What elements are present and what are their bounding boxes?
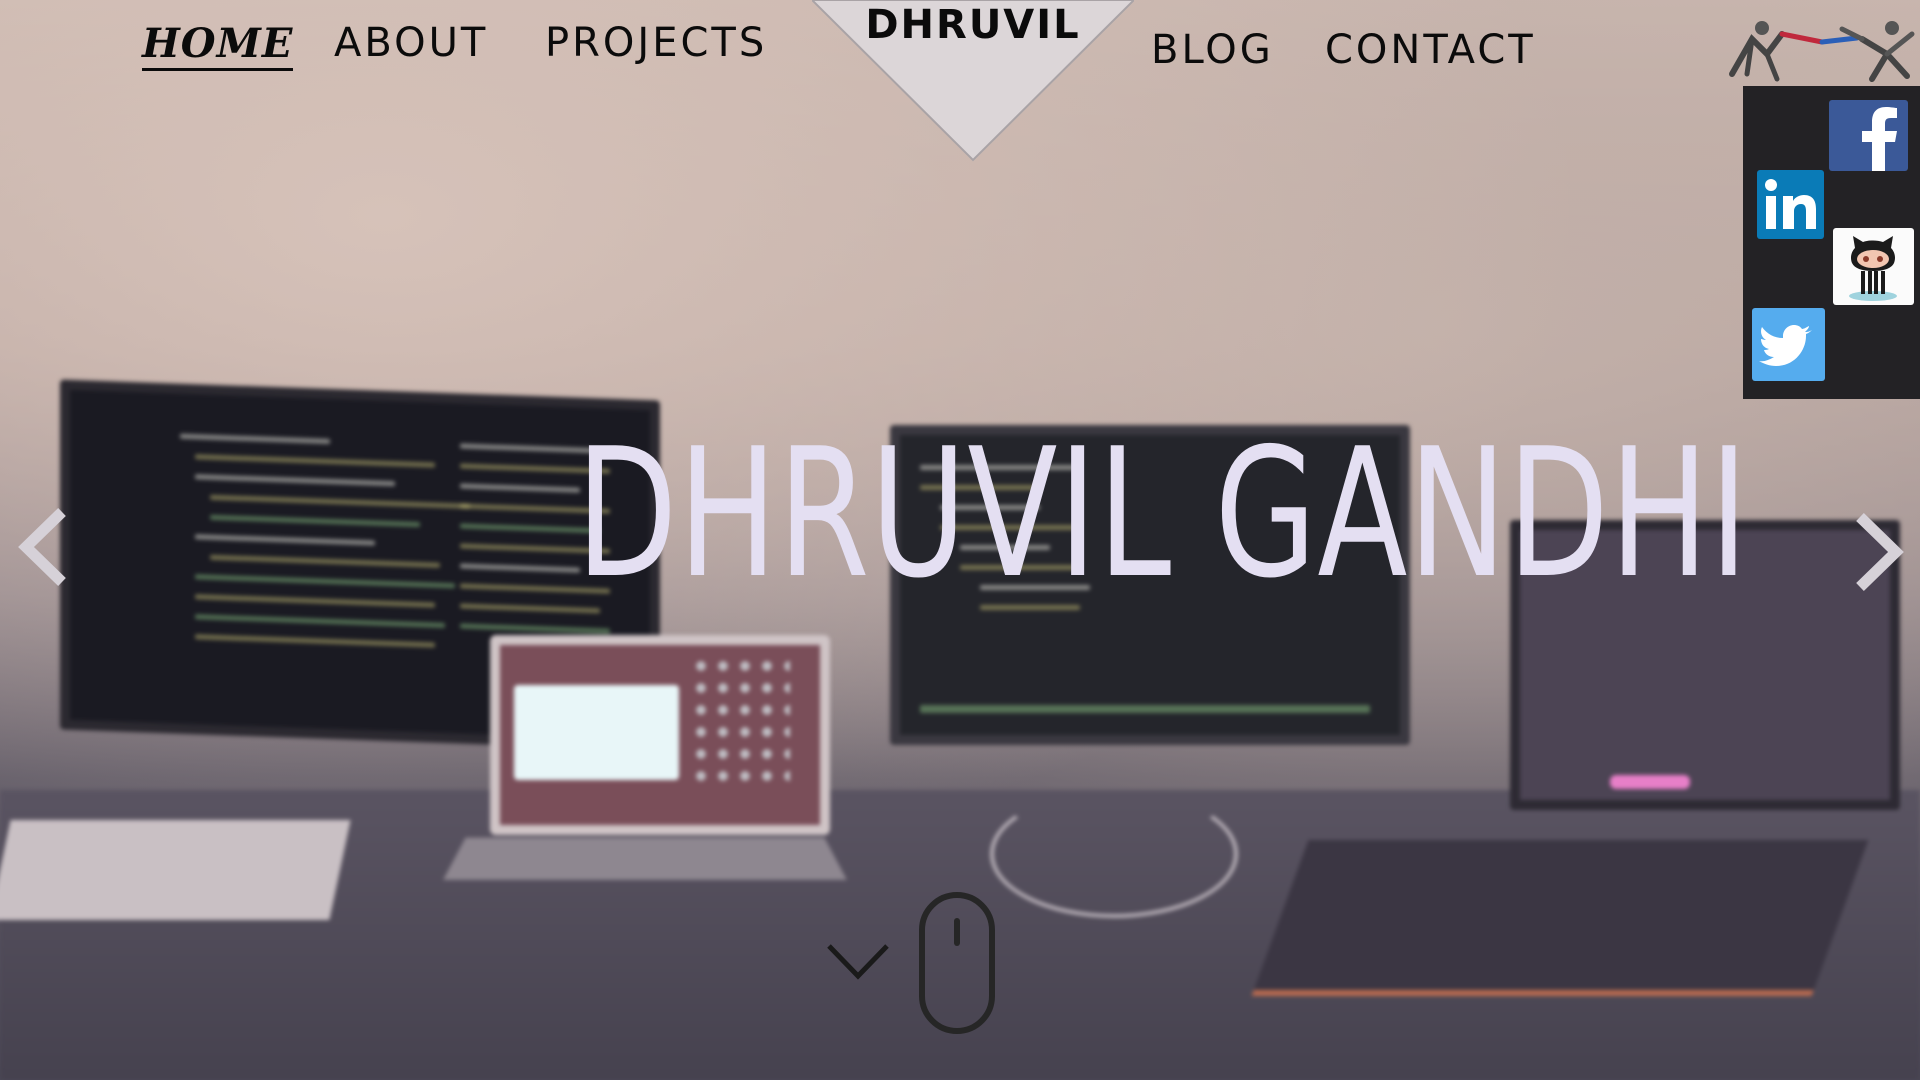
papers: [0, 820, 351, 920]
nav-link-contact[interactable]: CONTACT: [1325, 27, 1536, 73]
chevron-left-icon[interactable]: [14, 502, 74, 592]
github-octocat-icon[interactable]: [1833, 228, 1914, 305]
keyboard: [1251, 840, 1869, 996]
laptop-base: [443, 837, 847, 880]
laptop-app-icons: [690, 655, 790, 785]
pink-tag: [1610, 775, 1690, 789]
chevron-right-icon[interactable]: [1848, 507, 1908, 597]
twitter-bird-icon[interactable]: [1752, 308, 1825, 381]
facebook-icon[interactable]: [1829, 100, 1908, 171]
nav-link-about[interactable]: ABOUT: [334, 20, 488, 66]
nav-link-projects[interactable]: PROJECTS: [545, 20, 767, 66]
hero-title: DHRUVIL GANDHI: [576, 410, 1750, 617]
site-logo-text[interactable]: DHRUVIL: [812, 2, 1134, 48]
page: HOME ABOUT PROJECTS DHRUVIL BLOG CONTACT: [0, 0, 1920, 1080]
cable: [990, 790, 1238, 918]
nav-link-home[interactable]: HOME: [142, 20, 294, 71]
linkedin-icon[interactable]: [1757, 170, 1824, 239]
nav-link-blog[interactable]: BLOG: [1151, 27, 1274, 73]
mouse-icon[interactable]: [918, 891, 996, 1035]
chevron-down-icon[interactable]: [826, 942, 890, 982]
fighting-figures-icon: [1729, 21, 1915, 82]
